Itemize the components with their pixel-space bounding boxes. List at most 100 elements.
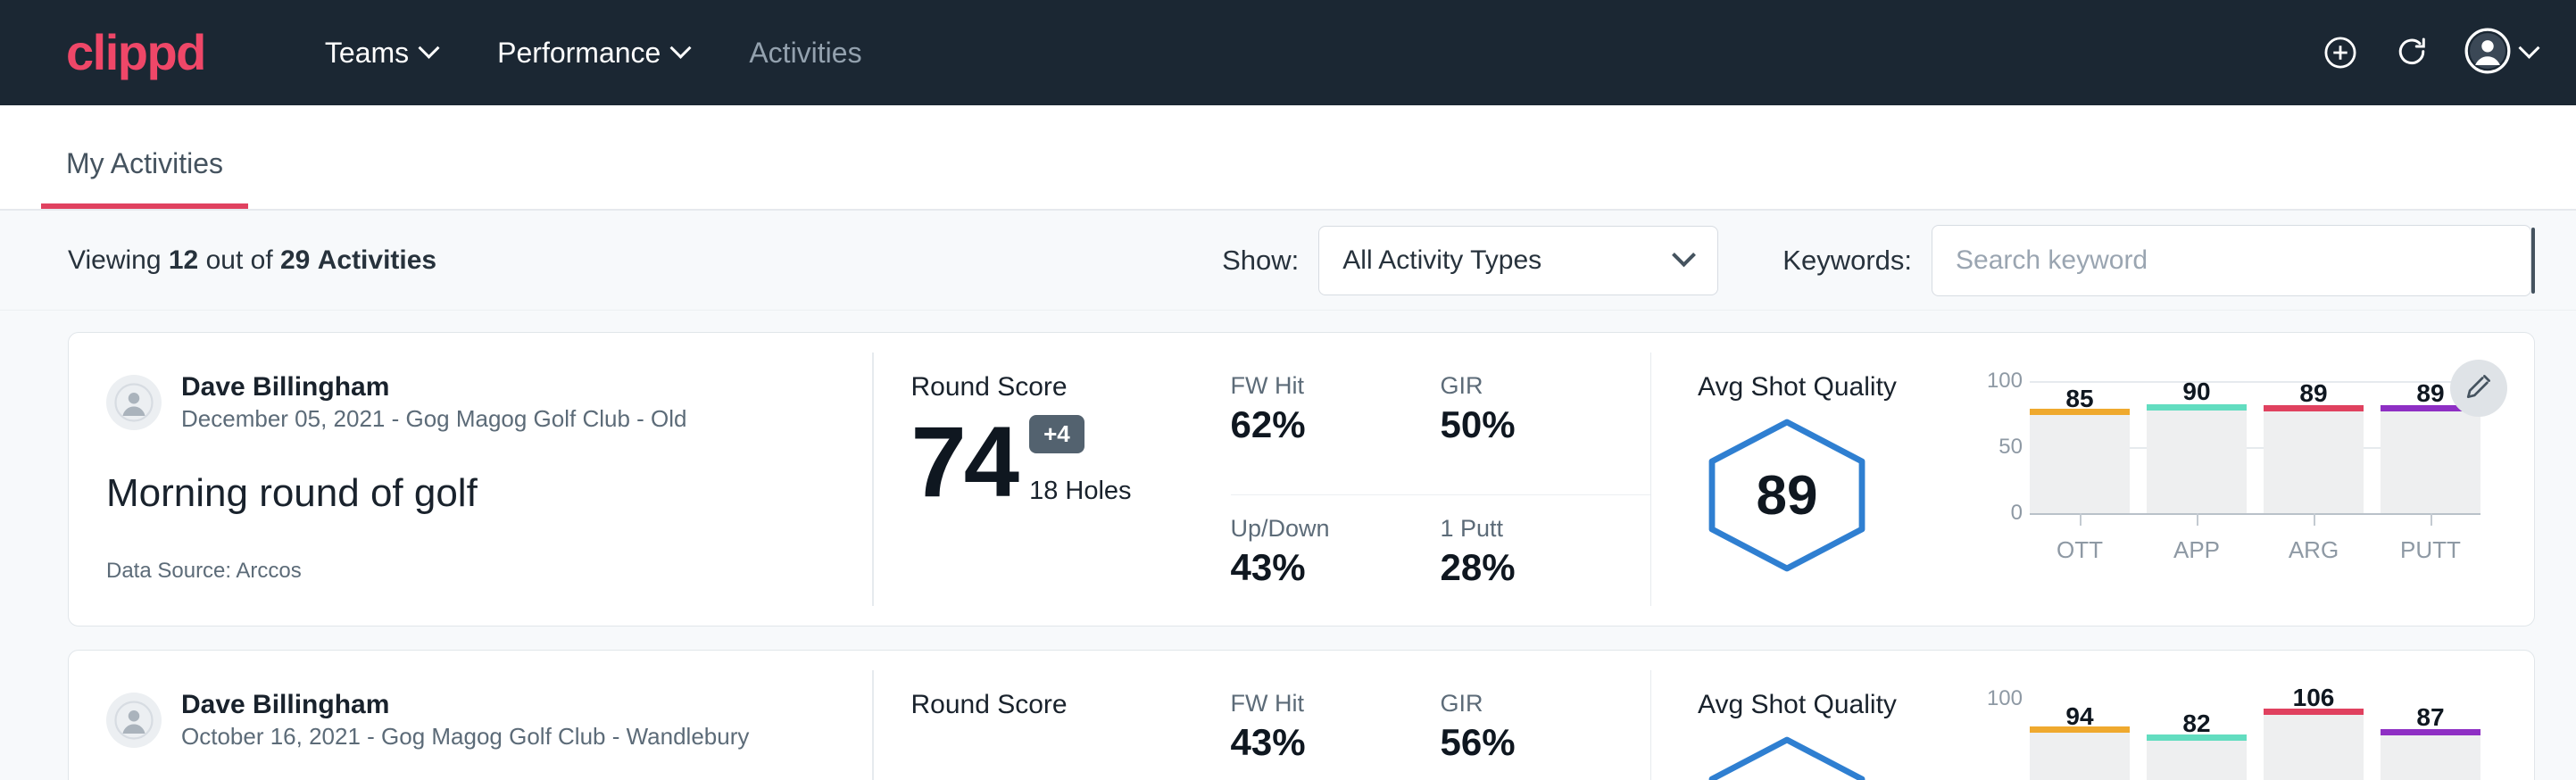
stat-fw-hit-value: 43% xyxy=(1231,721,1405,764)
viewing-total: 29 xyxy=(280,245,310,275)
stat-up-down-label: Up/Down xyxy=(1231,515,1405,543)
chart-y-axis: 100 50 0 xyxy=(1965,381,2023,513)
page-tab-strip: My Activities xyxy=(0,105,2576,211)
activity-date-course: October 16, 2021 - Gog Magog Golf Club -… xyxy=(181,722,749,752)
bar-ott-value: 94 xyxy=(2030,702,2130,731)
activity-card-list: Dave Billingham December 05, 2021 - Gog … xyxy=(0,311,2576,780)
chevron-down-icon xyxy=(2518,37,2539,58)
round-score-row: 74 +4 18 Holes xyxy=(911,410,1231,510)
activity-data-source: Data Source: Arccos xyxy=(106,559,872,584)
tab-my-activities[interactable]: My Activities xyxy=(41,147,248,209)
activity-user-row: Dave Billingham December 05, 2021 - Gog … xyxy=(106,370,872,434)
nav-item-activities[interactable]: Activities xyxy=(719,37,892,70)
viewing-suffix: Activities xyxy=(318,245,436,275)
pencil-icon xyxy=(2464,371,2494,406)
chevron-down-icon xyxy=(1672,243,1696,267)
keywords-filter-group: Keywords: Search keyword xyxy=(1782,225,2531,296)
bar-ott: 85 xyxy=(2030,381,2130,513)
edit-activity-button[interactable] xyxy=(2450,360,2507,417)
activity-title: Morning round of golf xyxy=(106,471,872,516)
stat-gir: GIR 50% xyxy=(1441,372,1650,495)
show-filter-group: Show: All Activity Types xyxy=(1222,226,1718,295)
stat-fw-hit-value: 62% xyxy=(1231,403,1405,446)
plus-circle-icon[interactable] xyxy=(2322,34,2359,71)
chart-x-axis: OTT APP ARG PUTT xyxy=(2030,536,2480,564)
list-view-button[interactable] xyxy=(2533,229,2535,292)
round-score-section: Round Score xyxy=(874,651,1231,780)
account-avatar-icon xyxy=(2464,28,2511,79)
bar-putt-tick xyxy=(2431,513,2432,526)
activity-card[interactable]: Dave Billingham December 05, 2021 - Gog … xyxy=(68,332,2535,626)
avg-shot-quality-value: 89 xyxy=(1698,415,1876,576)
round-stats-grid: FW Hit 62% GIR 50% Up/Down 43% 1 Putt 28… xyxy=(1231,333,1650,626)
bar-putt-body xyxy=(2381,735,2480,780)
bar-app-body xyxy=(2147,411,2247,513)
viewing-middle: out of xyxy=(206,245,273,275)
x-label-putt: PUTT xyxy=(2381,536,2480,564)
chart-bars: 94 82 106 xyxy=(2030,699,2480,780)
stat-gir-label: GIR xyxy=(1441,690,1615,718)
filter-toolbar: Viewing 12 out of 29 Activities Show: Al… xyxy=(0,211,2576,311)
avg-shot-quality-section: Avg Shot Quality 100 94 xyxy=(1651,651,2534,780)
activity-date-course: December 05, 2021 - Gog Magog Golf Club … xyxy=(181,404,687,435)
chart-plot-area: 100 94 82 1 xyxy=(2030,699,2480,780)
shot-quality-bar-chart: 100 50 0 85 xyxy=(1965,372,2534,626)
bar-app-value: 82 xyxy=(2147,709,2247,738)
x-label-app: APP xyxy=(2147,536,2247,564)
y-tick-0: 0 xyxy=(2011,501,2023,526)
shot-quality-hex-block: Avg Shot Quality 89 xyxy=(1698,372,1965,626)
stat-one-putt-value: 28% xyxy=(1441,546,1615,589)
activity-card[interactable]: Dave Billingham October 16, 2021 - Gog M… xyxy=(68,650,2535,780)
shot-quality-bar-chart: 100 94 82 1 xyxy=(1965,690,2534,780)
round-stats-grid: FW Hit 43% GIR 56% xyxy=(1231,651,1650,780)
activity-type-select-value: All Activity Types xyxy=(1342,245,1541,276)
refresh-icon[interactable] xyxy=(2393,34,2431,71)
keywords-label: Keywords: xyxy=(1782,245,1912,277)
clippd-logo[interactable]: clippd xyxy=(66,28,205,78)
round-score-label: Round Score xyxy=(911,372,1231,402)
activity-user-info: Dave Billingham December 05, 2021 - Gog … xyxy=(181,370,687,434)
bar-ott-body xyxy=(2030,733,2130,780)
stat-fw-hit-label: FW Hit xyxy=(1231,372,1405,400)
activity-user-name: Dave Billingham xyxy=(181,688,749,722)
bar-arg-body xyxy=(2264,411,2364,513)
bar-arg-value: 106 xyxy=(2264,684,2364,712)
stat-gir-label: GIR xyxy=(1441,372,1615,400)
round-score-value: 74 xyxy=(911,415,1018,510)
bar-app-tick xyxy=(2197,513,2198,526)
bar-app-body xyxy=(2147,741,2247,780)
bar-app: 90 xyxy=(2147,381,2247,513)
stat-gir: GIR 56% xyxy=(1441,690,1650,780)
bar-arg: 106 xyxy=(2264,699,2364,780)
list-view-icon xyxy=(2533,243,2535,278)
top-bar-actions xyxy=(2322,28,2537,79)
nav-item-teams-label: Teams xyxy=(325,37,409,70)
account-menu[interactable] xyxy=(2464,28,2537,79)
tab-my-activities-label: My Activities xyxy=(66,147,223,179)
nav-item-performance[interactable]: Performance xyxy=(467,37,719,70)
bar-app-value: 90 xyxy=(2147,378,2247,406)
round-score-section: Round Score 74 +4 18 Holes xyxy=(874,333,1231,626)
show-label: Show: xyxy=(1222,245,1299,277)
search-input[interactable]: Search keyword xyxy=(1932,225,2531,296)
activity-summary-section: Dave Billingham December 05, 2021 - Gog … xyxy=(69,333,872,626)
avg-shot-quality-label: Avg Shot Quality xyxy=(1698,690,1965,720)
x-label-arg: ARG xyxy=(2264,536,2364,564)
stat-fw-hit-label: FW Hit xyxy=(1231,690,1405,718)
avg-shot-quality-section: Avg Shot Quality 89 100 50 0 xyxy=(1651,333,2534,626)
activity-type-select[interactable]: All Activity Types xyxy=(1318,226,1718,295)
shot-quality-hex-block: Avg Shot Quality xyxy=(1698,690,1965,780)
stat-gir-value: 56% xyxy=(1441,721,1615,764)
x-label-ott: OTT xyxy=(2030,536,2130,564)
nav-item-activities-label: Activities xyxy=(749,37,861,70)
bar-putt-value: 87 xyxy=(2381,703,2480,732)
main-nav-links: Teams Performance Activities xyxy=(295,37,893,70)
bar-putt-body xyxy=(2381,411,2480,513)
bar-ott-tick xyxy=(2080,513,2082,526)
nav-item-teams[interactable]: Teams xyxy=(295,37,467,70)
bar-ott-value: 85 xyxy=(2030,385,2130,413)
chart-plot-area: 100 50 0 85 xyxy=(2030,381,2480,513)
score-differential-badge: +4 xyxy=(1029,415,1084,453)
bar-ott-body xyxy=(2030,415,2130,513)
y-tick-100: 100 xyxy=(1987,686,2023,711)
